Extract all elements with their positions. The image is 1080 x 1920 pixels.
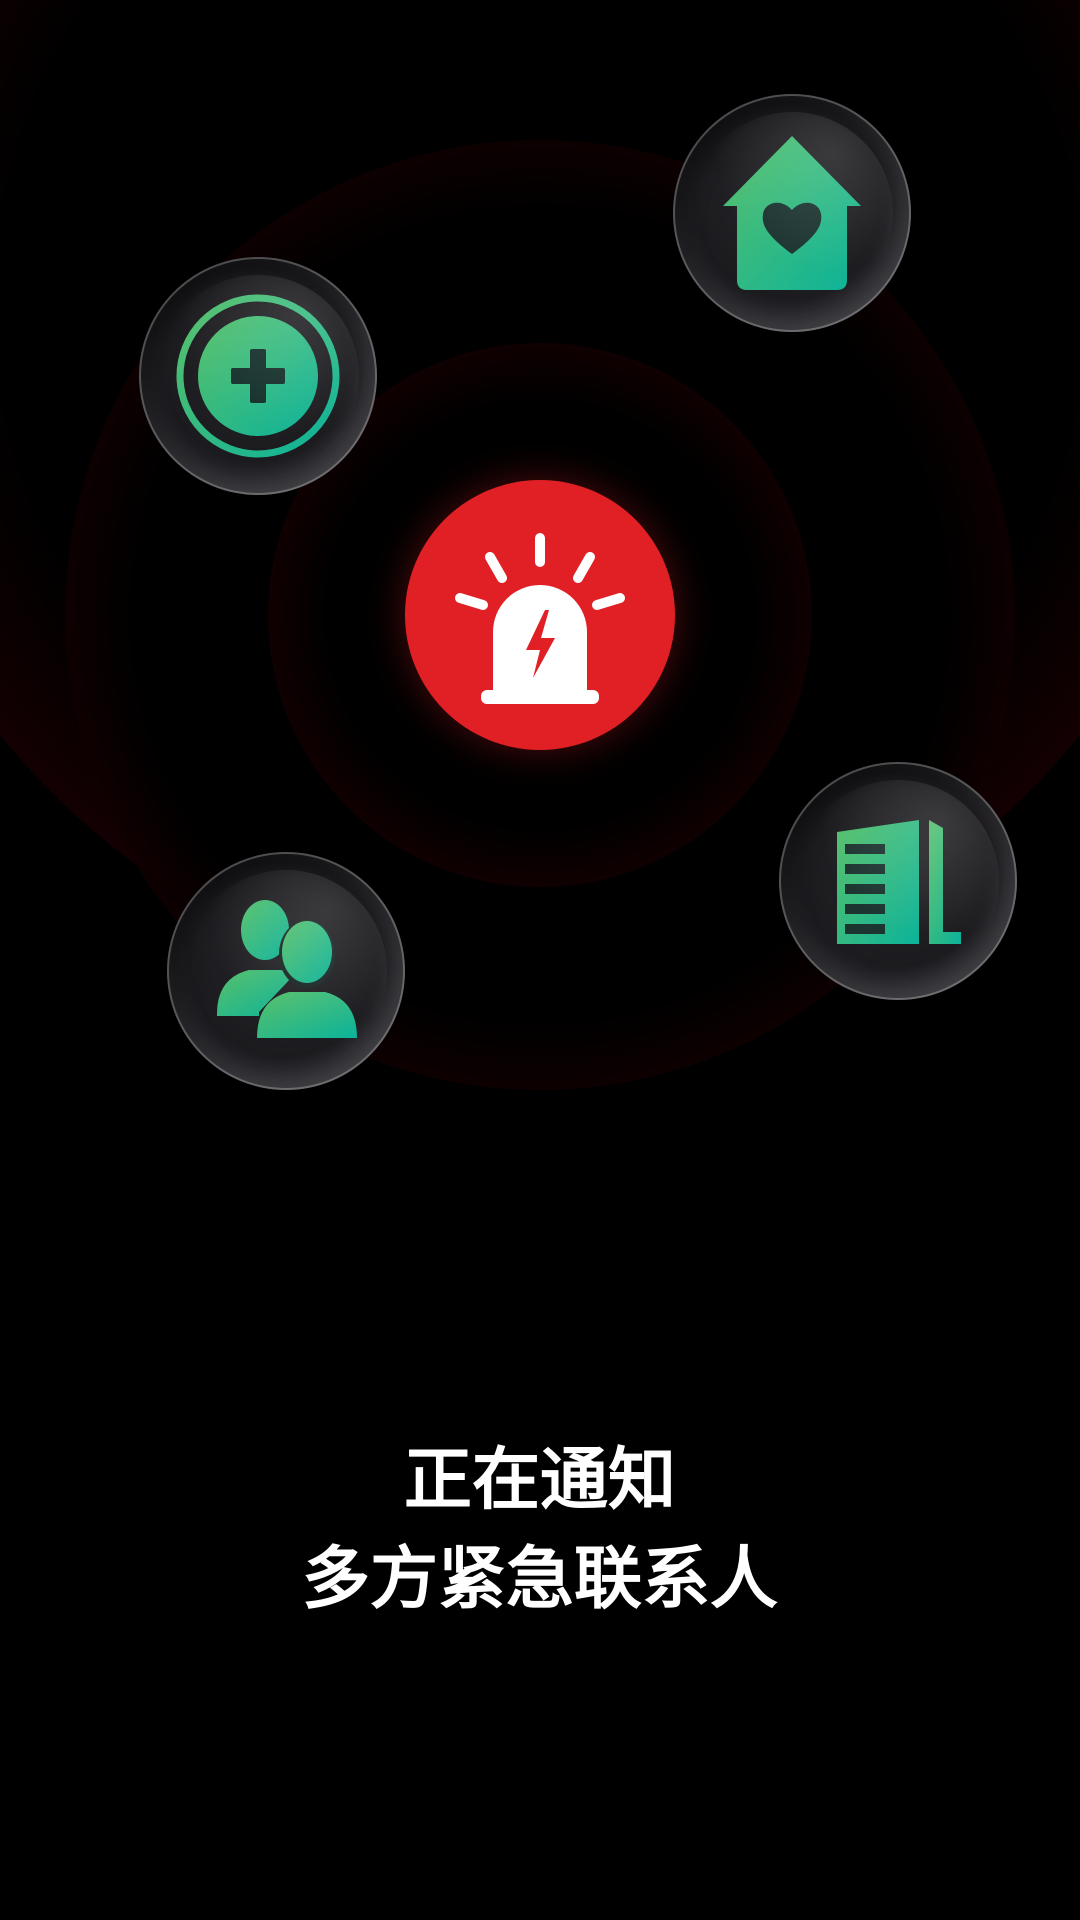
status-subtitle: 多方紧急联系人: [301, 1540, 778, 1619]
home-heart-icon: [723, 136, 861, 290]
medical-contact-bubble[interactable]: [139, 257, 377, 495]
contacts-icon: [217, 900, 357, 1038]
medical-cross-icon: [176, 294, 340, 458]
building-icon: [837, 820, 961, 944]
emergency-alarm-button[interactable]: [405, 480, 675, 750]
emergency-notify-screen: 正在通知 多方紧急联系人: [0, 0, 1080, 1920]
work-contact-bubble[interactable]: [779, 762, 1017, 1000]
family-contact-bubble[interactable]: [167, 852, 405, 1090]
status-title: 正在通知: [403, 1441, 676, 1520]
siren-icon: [455, 533, 625, 704]
home-contact-bubble[interactable]: [673, 94, 911, 332]
